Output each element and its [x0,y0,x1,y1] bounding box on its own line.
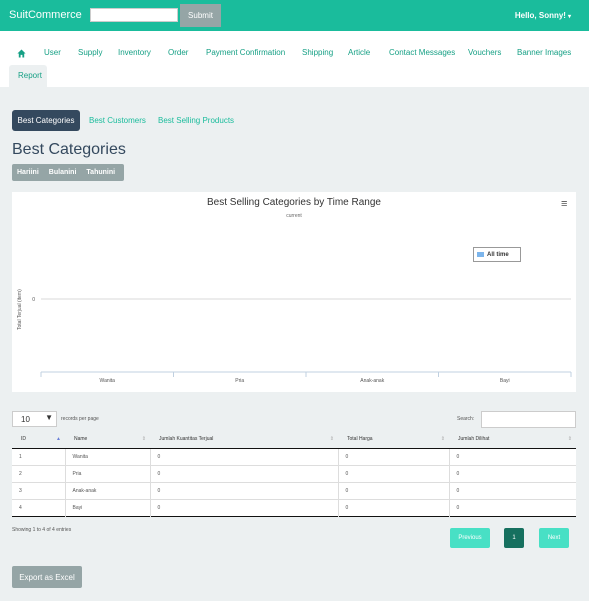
sort-icon: ⇕ [329,436,334,442]
cell-views: 0 [456,504,460,511]
user-menu[interactable]: Hello, Sonny! ▾ [515,11,571,20]
y-tick-label: 0 [32,297,35,303]
table-info: Showing 1 to 4 of 4 entries [12,527,72,533]
records-per-page-value: 10 [21,414,30,424]
data-table: ID ▲ Name ⇕ Jumlah Kuantitas Terjual ⇕ Tota… [12,430,576,517]
tab-best-categories[interactable]: Best Categories [12,110,80,131]
cell-total-price: 0 [338,448,450,465]
column-header-name[interactable]: Name ⇕ [65,430,150,449]
table-row: 4 Bayi 0 0 0 [12,499,576,516]
submit-button[interactable]: Submit [180,4,221,27]
home-icon[interactable] [9,41,33,65]
cell-id: 1 [12,448,66,465]
previous-page-button[interactable]: Previous [450,528,490,548]
range-button-hariini[interactable]: Hariini [12,169,44,176]
cell-name: Pria [65,465,151,482]
page-button-1[interactable]: 1 [504,528,524,548]
nav-item-supply[interactable]: Supply [78,48,102,57]
cell-id: 3 [12,482,66,499]
top-bar [0,0,589,31]
range-button-tahunini[interactable]: Tahunini [81,169,120,176]
range-button-bulanini[interactable]: Bulanini [44,169,82,176]
user-greeting: Hello, Sonny! [514,11,566,20]
table-search-input[interactable] [481,411,576,428]
cell-quantity: 0 [150,499,339,516]
records-per-page-select[interactable]: 10 ▼ [12,411,57,427]
cell-views: 0 [456,453,460,460]
page-title: Best Categories [12,141,126,158]
brand-logo[interactable]: SuitCommerce [9,9,82,21]
nav-item-inventory[interactable]: Inventory [118,48,151,57]
table-header-row: ID ▲ Name ⇕ Jumlah Kuantitas Terjual ⇕ Tota… [12,430,576,449]
cell-quantity: 0 [150,448,339,465]
time-range-buttons: Hariini Bulanini Tahunini [12,164,124,181]
cell-id: 2 [12,465,66,482]
cell-name: Anak-anak [65,482,151,499]
column-header-views[interactable]: Jumlah Dilihat ⇕ [449,430,576,449]
nav-item-article[interactable]: Article [348,48,370,57]
cell-views: 0 [456,487,460,494]
nav-item-user[interactable]: User [44,48,61,57]
nav-item-shipping[interactable]: Shipping [302,48,333,57]
nav-item-contact-messages[interactable]: Contact Messages [389,48,455,57]
cell-name: Bayi [65,499,151,516]
sort-icon: ⇕ [440,436,445,442]
chart-container: Best Selling Categories by Time Range cu… [12,192,576,392]
nav-item-report[interactable]: Report [18,71,42,80]
nav-item-order[interactable]: Order [168,48,188,57]
tab-best-selling-products[interactable]: Best Selling Products [158,116,234,125]
records-per-page-label: records per page [61,416,99,422]
cell-quantity: 0 [150,482,339,499]
next-page-button[interactable]: Next [539,528,569,548]
table-search-label: Search: [457,416,475,422]
x-tick-label: Wanita [100,378,116,384]
cell-name: Wanita [65,448,151,465]
x-tick-label: Anak-anak [360,378,384,384]
column-header-quantity[interactable]: Jumlah Kuantitas Terjual ⇕ [150,430,338,449]
cell-id: 4 [12,499,66,516]
sort-asc-icon: ▲ [56,436,61,442]
nav-item-banner-images[interactable]: Banner Images [517,48,571,57]
table-row: 1 Wanita 0 0 0 [12,448,576,465]
dropdown-arrow-icon: ▼ [45,413,53,422]
nav-item-vouchers[interactable]: Vouchers [468,48,501,57]
export-excel-button[interactable]: Export as Excel [12,566,82,588]
caret-down-icon: ▾ [567,14,571,20]
sort-icon: ⇕ [567,436,572,442]
chart-plot: 0 Wanita Pria Anak-anak Bayi [32,297,572,384]
x-tick-label: Pria [235,378,244,384]
x-tick-label: Bayi [500,378,510,384]
search-input[interactable] [90,8,178,22]
table-row: 2 Pria 0 0 0 [12,465,576,482]
nav-item-payment-confirmation[interactable]: Payment Confirmation [206,48,285,57]
column-header-id[interactable]: ID ▲ [12,430,65,449]
column-header-total-price[interactable]: Total Harga ⇕ [338,430,449,449]
cell-views: 0 [456,470,460,477]
cell-total-price: 0 [338,465,450,482]
cell-total-price: 0 [338,482,450,499]
main-nav [0,31,589,88]
sort-icon: ⇕ [141,436,146,442]
cell-quantity: 0 [150,465,339,482]
tab-best-customers[interactable]: Best Customers [89,116,146,125]
cell-total-price: 0 [338,499,450,516]
table-row: 3 Anak-anak 0 0 0 [12,482,576,499]
